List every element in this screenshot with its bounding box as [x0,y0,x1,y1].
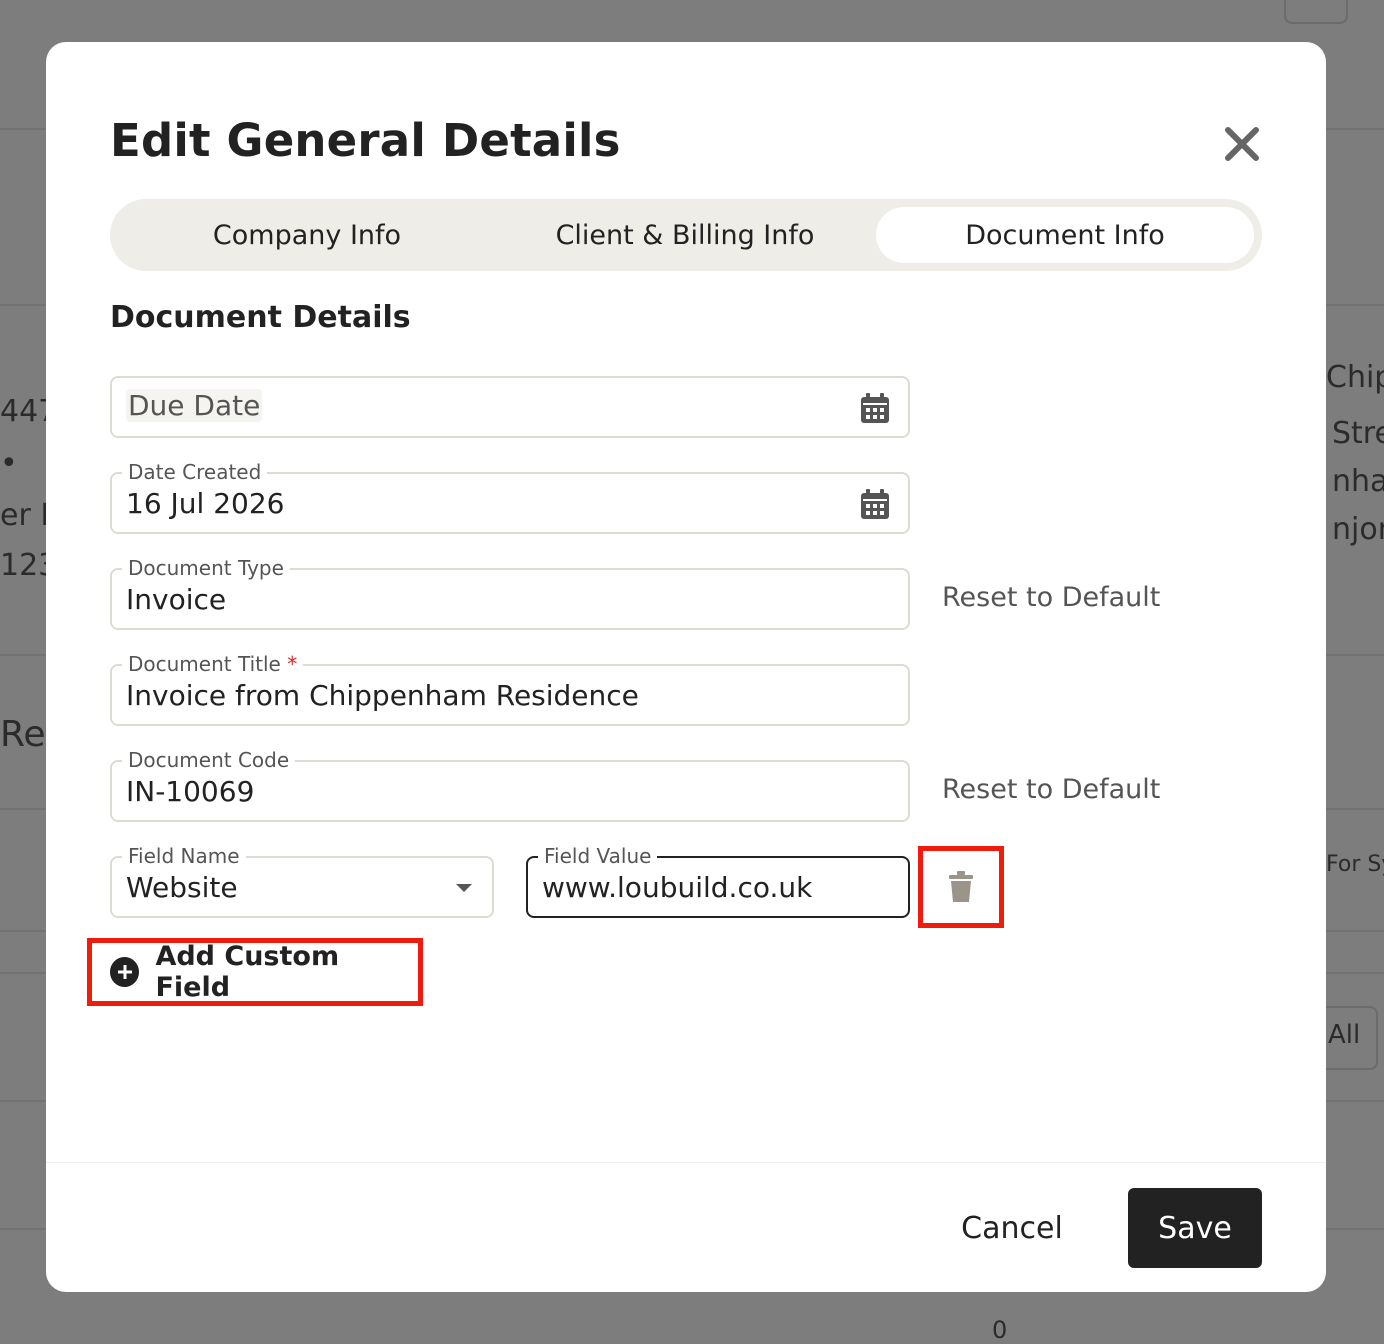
due-date-placeholder: Due Date [126,389,263,422]
background-text: njon [1332,512,1384,547]
tab-client-billing-info[interactable]: Client & Billing Info [496,207,874,263]
document-title-label-text: Document Title [128,652,281,676]
section-title: Document Details [110,300,411,335]
close-button[interactable] [1222,124,1262,164]
date-created-label: Date Created [122,460,268,484]
background-text: nhar [1332,464,1384,499]
document-type-label: Document Type [122,556,290,580]
plus-circle-icon [110,957,140,987]
field-name-label: Field Name [122,844,246,868]
field-value-value: www.loubuild.co.uk [542,871,813,904]
document-title-label: Document Title * [122,652,304,676]
field-value-label: Field Value [538,844,658,868]
background-text: Stre [1332,416,1384,451]
background-text: • [0,446,18,481]
document-title-value: Invoice from Chippenham Residence [126,679,639,712]
field-name-select[interactable]: Field Name Website [110,844,494,918]
document-code-field[interactable]: Document Code IN-10069 [110,748,910,822]
reset-document-type-button[interactable]: Reset to Default [942,582,1160,613]
edit-general-details-dialog: Edit General Details Company Info Client… [46,42,1326,1292]
date-created-value: 16 Jul 2026 [126,487,285,520]
calendar-icon[interactable] [860,392,890,424]
reset-document-code-button[interactable]: Reset to Default [942,774,1160,805]
tab-company-info[interactable]: Company Info [118,207,496,263]
field-name-value: Website [126,871,238,904]
required-mark: * [287,652,298,676]
document-title-field[interactable]: Document Title * Invoice from Chippenham… [110,652,910,726]
background-text: 0 [992,1316,1008,1344]
dialog-title: Edit General Details [110,114,621,167]
due-date-field[interactable]: Due Date [110,376,910,438]
date-created-field[interactable]: Date Created 16 Jul 2026 [110,460,910,534]
add-custom-field-button[interactable]: Add Custom Field [87,938,423,1006]
trash-icon [949,871,973,902]
background-text: All [1328,1020,1361,1050]
chevron-down-icon[interactable] [456,884,472,892]
document-code-value: IN-10069 [126,775,255,808]
background-text: For Sy [1326,852,1384,877]
delete-custom-field-button[interactable] [918,846,1004,928]
tab-document-info[interactable]: Document Info [876,207,1254,263]
calendar-icon[interactable] [860,488,890,520]
cancel-button[interactable]: Cancel [952,1188,1072,1268]
save-button[interactable]: Save [1128,1188,1262,1268]
tab-bar: Company Info Client & Billing Info Docum… [110,199,1262,271]
document-type-value: Invoice [126,583,227,616]
close-x-icon [1225,127,1259,161]
background-button [1284,0,1348,24]
background-text: Chip [1326,360,1384,395]
footer-divider [46,1162,1326,1163]
add-custom-field-label: Add Custom Field [155,941,340,1003]
document-type-field[interactable]: Document Type Invoice [110,556,910,630]
document-code-label: Document Code [122,748,296,772]
field-value-input[interactable]: Field Value www.loubuild.co.uk [526,844,910,918]
